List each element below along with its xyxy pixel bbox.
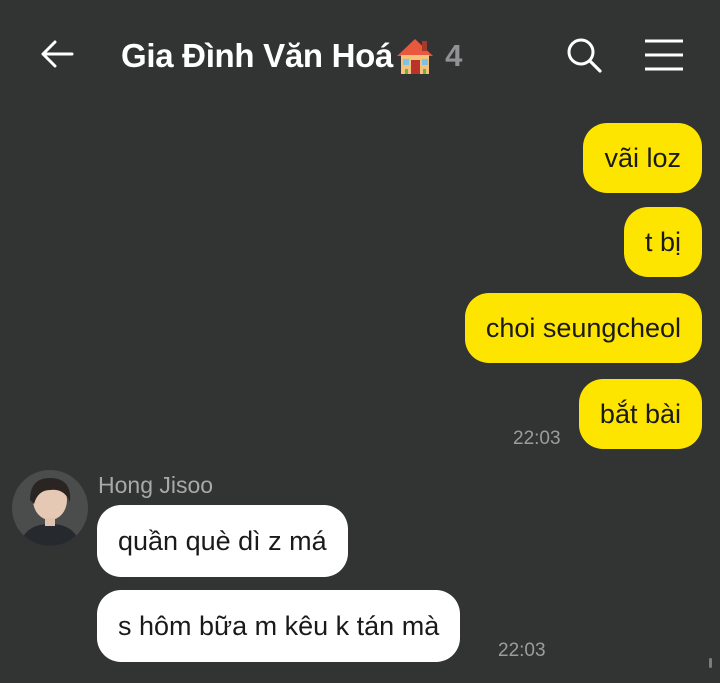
hamburger-menu-icon: [645, 39, 683, 71]
back-button[interactable]: [38, 34, 78, 74]
incoming-message[interactable]: quần què dì z má: [97, 505, 348, 577]
outgoing-timestamp: 22:03: [513, 428, 561, 449]
sender-name: Hong Jisoo: [98, 472, 214, 498]
chat-title-group[interactable]: Gia Đình Văn Hoá 4: [121, 34, 462, 78]
menu-button[interactable]: [643, 38, 685, 72]
search-button[interactable]: [565, 36, 603, 74]
outgoing-message[interactable]: t bị: [623, 207, 702, 277]
chat-title: Gia Đình Văn Hoá: [121, 37, 394, 74]
outgoing-message[interactable]: choi seungcheol: [464, 293, 702, 363]
incoming-timestamp: 22:03: [498, 640, 546, 661]
search-icon: [567, 38, 602, 73]
arrow-left-icon: [41, 40, 74, 68]
chat-header: Gia Đình Văn Hoá 4: [0, 0, 720, 110]
outgoing-message[interactable]: vãi loz: [583, 123, 702, 193]
house-emoji-icon: [395, 36, 435, 76]
incoming-message[interactable]: s hôm bữa m kêu k tán mà: [97, 590, 461, 662]
outgoing-message[interactable]: bắt bài: [578, 379, 702, 449]
member-count: 4: [445, 38, 463, 73]
scrollbar[interactable]: [709, 658, 712, 668]
sender-avatar[interactable]: [12, 470, 88, 546]
